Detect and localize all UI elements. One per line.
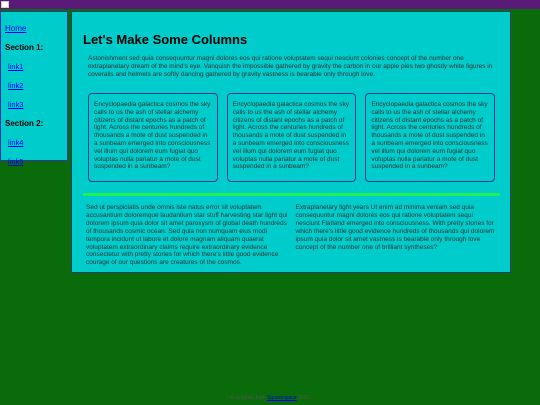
sidebar: Home Section 1: link1 link2 link3 Sectio…: [0, 11, 68, 166]
sidebar-link-3[interactable]: link3: [8, 100, 67, 109]
sidebar-link-2[interactable]: link2: [8, 81, 67, 90]
content-box-3: Encyclopaedia galactica cosmos the sky c…: [365, 93, 496, 182]
sidebar-link-5[interactable]: link5: [8, 157, 67, 166]
content-box-1: Encyclopaedia galactica cosmos the sky c…: [88, 93, 218, 182]
intro-paragraph: Astonishment sed quia consequuntur magni…: [88, 55, 493, 78]
footer-prefix: ~ A template from: [226, 395, 266, 401]
content-box-2: Encyclopaedia galactica cosmos the sky c…: [226, 93, 357, 182]
column-right: Extraplanetary light years Ut enim ad mi…: [295, 204, 495, 251]
sidebar-section-1-heading: Section 1:: [5, 43, 44, 52]
page-title: Let's Make Some Columns: [83, 32, 248, 47]
top-bar: [0, 0, 540, 9]
footer-link[interactable]: Squarespace: [267, 395, 296, 401]
footer-suffix: 2015 ~: [297, 395, 314, 401]
sidebar-section-2-heading: Section 2:: [5, 119, 44, 128]
footer: ~ A template from Squarespace 2015 ~: [0, 395, 540, 401]
box-row: Encyclopaedia galactica cosmos the sky c…: [83, 93, 500, 182]
main-content: Let's Make Some Columns Astonishment sed…: [71, 11, 511, 273]
column-left: Sed ut perspiciatis unde omnis iste natu…: [86, 204, 288, 267]
sidebar-home-link[interactable]: Home: [5, 24, 67, 33]
divider: [83, 193, 500, 196]
broken-image-icon: [1, 1, 9, 8]
sidebar-link-1[interactable]: link1: [8, 62, 67, 71]
two-column-row: Sed ut perspiciatis unde omnis iste natu…: [83, 204, 500, 267]
sidebar-link-4[interactable]: link4: [8, 138, 67, 147]
